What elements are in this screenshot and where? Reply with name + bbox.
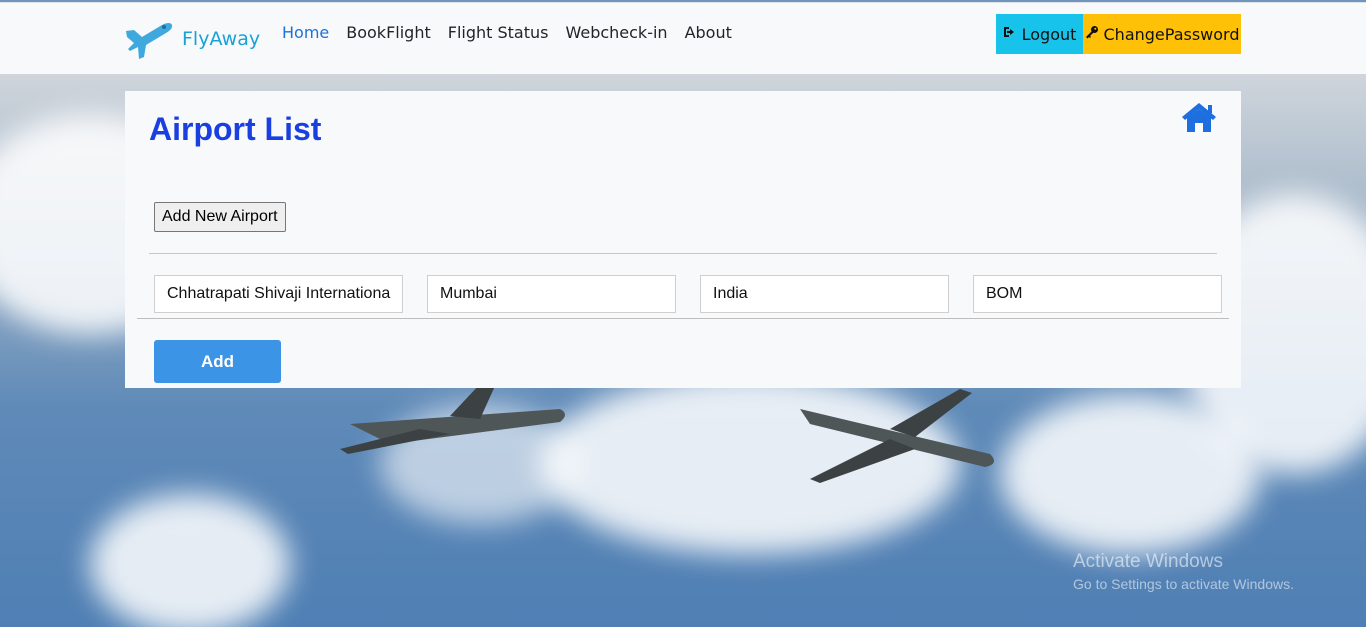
city-input[interactable]: Mumbai xyxy=(427,275,676,313)
airport-code-input[interactable]: BOM xyxy=(973,275,1222,313)
navbar: FlyAway Home BookFlight Flight Status We… xyxy=(0,2,1366,74)
add-button[interactable]: Add xyxy=(154,340,281,383)
nav-home[interactable]: Home xyxy=(282,23,329,42)
country-input[interactable]: India xyxy=(700,275,949,313)
brand-name: FlyAway xyxy=(182,28,261,50)
airport-name-input[interactable]: Chhatrapati Shivaji Internationa xyxy=(154,275,403,313)
nav-bookflight[interactable]: BookFlight xyxy=(346,23,430,42)
sign-out-icon xyxy=(1003,25,1017,43)
divider xyxy=(137,318,1229,319)
page-title: Airport List xyxy=(149,111,322,147)
nav-about[interactable]: About xyxy=(685,23,732,42)
airport-list-panel: Airport List Add New Airport Chhatrapati… xyxy=(125,91,1241,388)
add-new-airport-button[interactable]: Add New Airport xyxy=(154,202,286,232)
watermark-subtitle: Go to Settings to activate Windows. xyxy=(1073,576,1294,592)
logout-label: Logout xyxy=(1021,24,1077,44)
main-nav: Home BookFlight Flight Status Webcheck-i… xyxy=(282,23,749,42)
brand[interactable]: FlyAway xyxy=(124,17,260,61)
home-icon[interactable] xyxy=(1180,101,1218,137)
activate-windows-watermark: Activate Windows Go to Settings to activ… xyxy=(1073,551,1294,592)
change-password-label: ChangePassword xyxy=(1103,24,1240,44)
logout-button[interactable]: Logout xyxy=(996,14,1083,54)
divider xyxy=(149,253,1217,254)
key-icon xyxy=(1085,25,1099,43)
airplane-right-image xyxy=(800,389,994,483)
change-password-button[interactable]: ChangePassword xyxy=(1083,14,1241,54)
nav-webcheck-in[interactable]: Webcheck-in xyxy=(565,23,667,42)
nav-flight-status[interactable]: Flight Status xyxy=(448,23,549,42)
airplane-icon xyxy=(126,23,173,59)
watermark-title: Activate Windows xyxy=(1073,551,1223,572)
